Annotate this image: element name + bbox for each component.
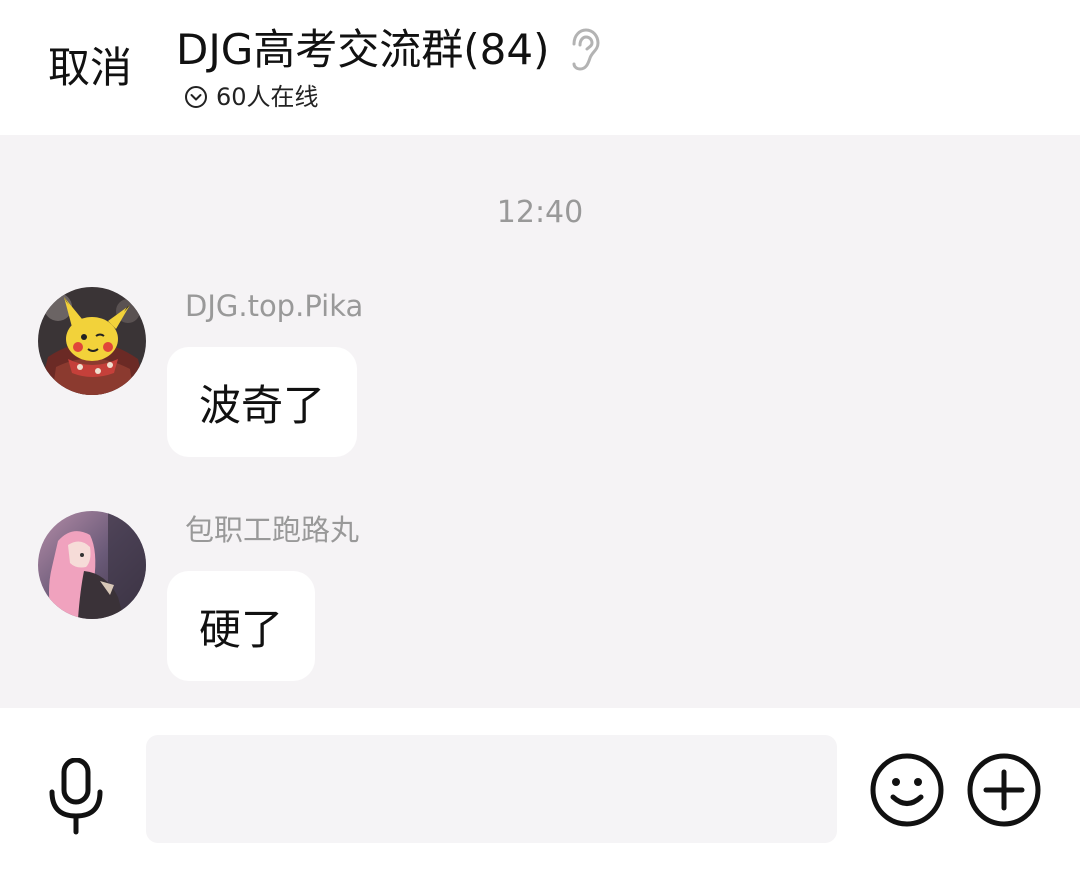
emoji-icon[interactable]: [869, 752, 945, 828]
message-timestamp: 12:40: [496, 195, 584, 230]
sender-avatar-pikachu[interactable]: [38, 287, 146, 395]
group-title: DJG高考交流群(84): [176, 25, 550, 74]
microphone-icon[interactable]: [44, 757, 108, 836]
chat-header: 取消 DJG高考交流群(84) 60人在线: [0, 0, 1080, 135]
online-count: 60人在线: [216, 83, 319, 111]
message-bubble[interactable]: 硬了: [167, 571, 316, 681]
message-bubble[interactable]: 波奇了: [167, 347, 358, 457]
sender-avatar-girl[interactable]: [38, 511, 146, 619]
input-bar: [0, 708, 1080, 870]
chevron-down-circle-icon: [184, 85, 208, 109]
cancel-button[interactable]: 取消: [48, 38, 132, 98]
message-list[interactable]: 12:40 DJG.top.Pika 波奇了 包职工跑路丸 硬了: [0, 135, 1080, 708]
plus-icon[interactable]: [966, 752, 1042, 828]
ear-icon[interactable]: [568, 28, 602, 72]
online-members-toggle[interactable]: 60人在线: [184, 80, 319, 114]
sender-name: 包职工跑路丸: [185, 513, 360, 547]
title-row: DJG高考交流群(84): [176, 22, 602, 78]
message-input[interactable]: [146, 735, 837, 843]
sender-name: DJG.top.Pika: [185, 289, 364, 323]
